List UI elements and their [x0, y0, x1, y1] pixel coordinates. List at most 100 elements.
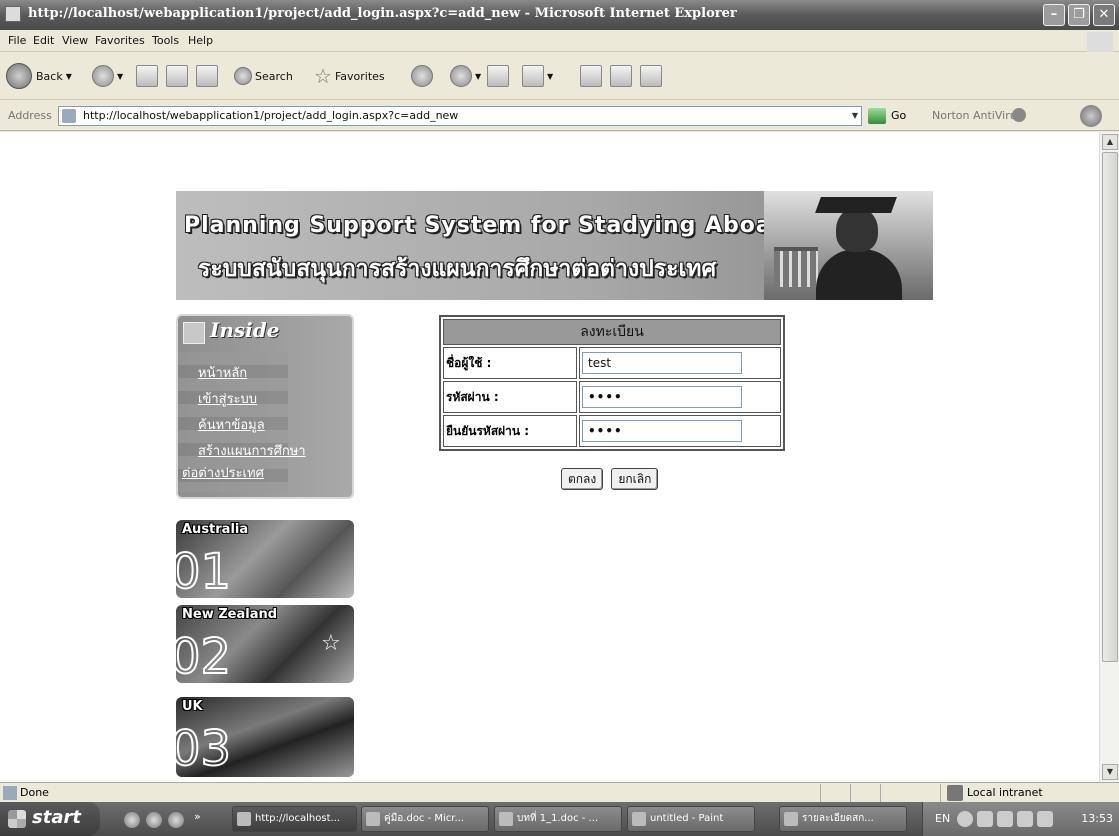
confirm-password-label: ยืนยันรหัสผ่าน : — [443, 415, 577, 447]
word-icon — [366, 812, 380, 826]
research-button[interactable] — [610, 62, 632, 90]
norton-antivirus-button[interactable]: Norton AntiVirus — [932, 109, 1022, 122]
language-indicator[interactable]: EN — [935, 812, 950, 825]
security-zone: Local intranet — [967, 786, 1043, 799]
menu-favorites[interactable]: Favorites — [95, 34, 145, 47]
country-number: 01 — [176, 543, 232, 598]
search-button[interactable]: Search — [234, 62, 293, 90]
discuss-button[interactable] — [580, 62, 602, 90]
menu-help[interactable]: Help — [188, 34, 213, 47]
country-tile-new-zealand[interactable]: New Zealand 02 ☆ — [176, 605, 354, 683]
password-label: รหัสผ่าน : — [443, 381, 577, 413]
stop-button[interactable] — [136, 62, 158, 90]
task-word-manual[interactable]: คู่มือ.doc - Micr... — [361, 806, 489, 832]
close-button[interactable]: ✕ — [1093, 4, 1115, 26]
favorites-button[interactable]: ☆ Favorites — [314, 62, 385, 90]
country-name: UK — [182, 699, 203, 714]
toolbar: Back ▼ ▼ Search ☆ Favorites ▼ ▼ — [0, 53, 1119, 100]
print-icon — [487, 65, 509, 87]
page-icon — [62, 109, 76, 123]
tray-network-icon[interactable] — [997, 811, 1013, 827]
nav-link-create-plan-cont[interactable]: ต่อต่างประเทศ — [182, 462, 264, 483]
menu-tools[interactable]: Tools — [152, 34, 179, 47]
task-word-chapter[interactable]: บทที่ 1_1.doc - ... — [494, 806, 622, 832]
messenger-button[interactable] — [640, 62, 662, 90]
windows-logo-icon — [1087, 32, 1113, 52]
confirm-password-input[interactable]: •••• — [582, 420, 742, 442]
scroll-up-icon[interactable]: ▲ — [1102, 134, 1118, 150]
go-arrow-icon[interactable] — [868, 108, 886, 124]
taskbar: start » http://localhost... คู่มือ.doc -… — [0, 802, 1119, 836]
cancel-button[interactable]: ยกเลิก — [611, 468, 659, 490]
intranet-zone-icon — [947, 785, 963, 801]
chevron-down-icon: ▼ — [475, 71, 482, 81]
refresh-icon — [166, 65, 188, 87]
tray-app-icon[interactable] — [1017, 811, 1033, 827]
address-bar: Address http://localhost/webapplication1… — [0, 101, 1119, 131]
tray-norton-icon[interactable] — [977, 811, 993, 827]
status-bar: Done Local intranet — [0, 782, 1119, 802]
menu-view[interactable]: View — [62, 34, 88, 47]
inside-menu: Inside หน้าหลัก เข้าสู่ระบบ ค้นหาข้อมูล … — [176, 314, 354, 499]
address-dropdown-icon[interactable]: ▼ — [848, 107, 862, 125]
back-button[interactable]: Back ▼ — [6, 62, 72, 90]
system-tray: EN 13:53 — [922, 802, 1119, 836]
home-button[interactable] — [196, 62, 218, 90]
task-paint[interactable]: untitled - Paint — [627, 806, 755, 832]
maximize-button[interactable]: ❐ — [1068, 4, 1090, 26]
tray-monitor-icon[interactable] — [1037, 811, 1053, 827]
username-input[interactable]: test — [582, 352, 742, 374]
nav-link-create-plan[interactable]: สร้างแผนการศึกษา — [198, 440, 306, 461]
minimize-button[interactable]: – — [1043, 4, 1065, 26]
vertical-scrollbar[interactable]: ▲ ▼ — [1099, 132, 1119, 782]
quicklaunch-desktop-icon[interactable] — [168, 812, 184, 828]
task-explorer[interactable]: รายละเอียดสก... — [779, 806, 907, 832]
quicklaunch-ie-icon[interactable] — [124, 812, 140, 828]
scroll-down-icon[interactable]: ▼ — [1102, 764, 1118, 780]
stop-icon — [136, 65, 158, 87]
graduate-head-shape — [836, 207, 878, 252]
home-icon — [196, 65, 218, 87]
menu-heading: Inside — [210, 318, 280, 342]
task-label: untitled - Paint — [650, 813, 724, 824]
banner-title-en: Planning Support System for Stadying Abo… — [184, 213, 801, 238]
scroll-thumb[interactable] — [1102, 152, 1118, 662]
quicklaunch-media-icon[interactable] — [146, 812, 162, 828]
nav-link-search[interactable]: ค้นหาข้อมูล — [198, 414, 265, 435]
status-divider — [820, 784, 821, 802]
tray-expand-icon[interactable] — [957, 811, 973, 827]
back-arrow-icon — [6, 63, 32, 89]
search-icon — [234, 67, 252, 85]
ie-icon — [5, 6, 21, 22]
nav-link-login[interactable]: เข้าสู่ระบบ — [198, 388, 257, 409]
norton-icon[interactable] — [1012, 108, 1026, 122]
start-button[interactable]: start — [0, 802, 100, 836]
ie-icon — [237, 812, 251, 826]
country-tile-australia[interactable]: Australia 01 — [176, 520, 354, 598]
extension-icon[interactable] — [1080, 105, 1102, 127]
task-ie-window[interactable]: http://localhost... — [232, 806, 357, 832]
status-text: Done — [20, 786, 49, 799]
task-label: http://localhost... — [255, 813, 341, 824]
messenger-icon — [640, 65, 662, 87]
task-label: บทที่ 1_1.doc - ... — [517, 813, 599, 824]
menu-edit[interactable]: Edit — [33, 34, 54, 47]
country-tile-uk[interactable]: UK 03 — [176, 697, 354, 777]
forward-button[interactable]: ▼ — [92, 62, 123, 90]
nav-link-home[interactable]: หน้าหลัก — [198, 362, 247, 383]
edit-button[interactable]: ▼ — [522, 62, 553, 90]
edit-icon — [522, 65, 544, 87]
ok-button[interactable]: ตกลง — [561, 468, 604, 490]
address-input[interactable]: http://localhost/webapplication1/project… — [58, 106, 862, 126]
menu-file[interactable]: File — [8, 34, 26, 47]
go-button[interactable]: Go — [891, 109, 906, 122]
password-input[interactable]: •••• — [582, 386, 742, 408]
refresh-button[interactable] — [166, 62, 188, 90]
print-button[interactable] — [487, 62, 509, 90]
history-button[interactable] — [411, 62, 433, 90]
quicklaunch-more-icon[interactable]: » — [194, 810, 201, 823]
windows-flag-icon — [8, 810, 26, 828]
mail-button[interactable]: ▼ — [450, 62, 481, 90]
password-cell: •••• — [579, 381, 781, 413]
country-number: 03 — [176, 720, 232, 777]
